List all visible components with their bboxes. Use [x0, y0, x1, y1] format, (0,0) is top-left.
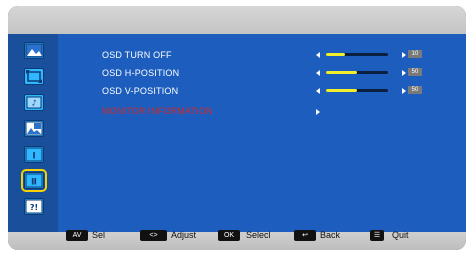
osd-h-position-value: 50 [408, 68, 422, 76]
increase-arrow-icon[interactable] [402, 70, 406, 76]
osd-turn-off-slider[interactable] [326, 53, 388, 56]
osd-top-bar [8, 6, 466, 34]
menu-item-monitor-information[interactable]: MONITOR INFORMATION [102, 106, 213, 120]
increase-arrow-icon[interactable] [402, 88, 406, 94]
menu-item-osd-turn-off[interactable]: OSD TURN OFF [102, 50, 172, 64]
sel-key-icon: AV [66, 230, 88, 241]
ok-key-icon: OK [218, 230, 240, 241]
setup2-icon[interactable]: Ⅱ [21, 169, 47, 192]
quit-label: Quit [392, 230, 409, 240]
menu-item-osd-h-position[interactable]: OSD H-POSITION [102, 68, 179, 82]
decrease-arrow-icon[interactable] [316, 70, 320, 76]
menu-item-osd-v-position[interactable]: OSD V-POSITION [102, 86, 178, 100]
setup1-icon[interactable]: Ⅰ [24, 146, 44, 163]
select-label: Selecl [246, 230, 271, 240]
osd-v-position-value: 50 [408, 86, 422, 94]
adjust-label: Adjust [171, 230, 197, 240]
increase-arrow-icon[interactable] [402, 52, 406, 58]
decrease-arrow-icon[interactable] [316, 88, 320, 94]
decrease-arrow-icon[interactable] [316, 52, 320, 58]
slider-fill [326, 53, 345, 56]
sel-label: Sel [92, 230, 106, 240]
svg-text:Ⅰ: Ⅰ [32, 152, 35, 162]
svg-text:♪: ♪ [31, 99, 36, 108]
back-key-icon: ↩ [294, 230, 316, 241]
osd-h-position-slider[interactable] [326, 71, 388, 74]
slider-fill [326, 89, 357, 92]
audio-icon[interactable]: ♪ [24, 94, 44, 111]
picture-icon[interactable] [24, 42, 44, 59]
osd-v-position-slider[interactable] [326, 89, 388, 92]
back-label: Back [320, 230, 341, 240]
submenu-arrow-icon[interactable] [316, 109, 320, 115]
osd-window: ♪ Ⅰ Ⅱ ?! OSD TURN OFF 10 OSD H-POSITION … [8, 6, 466, 250]
osd-turn-off-value: 10 [408, 50, 422, 58]
slider-fill [326, 71, 357, 74]
svg-text:Ⅱ: Ⅱ [31, 178, 37, 188]
osd-main-panel: OSD TURN OFF 10 OSD H-POSITION 50 OSD V-… [58, 34, 466, 232]
osd-sidebar: ♪ Ⅰ Ⅱ ?! [8, 34, 58, 232]
quit-key-icon: ☰ [370, 230, 384, 241]
screen-icon[interactable] [24, 68, 44, 85]
pip-icon[interactable] [24, 120, 44, 137]
adjust-key-icon: <> [140, 230, 167, 241]
info-icon[interactable]: ?! [24, 198, 44, 215]
svg-text:?!: ?! [30, 203, 38, 212]
